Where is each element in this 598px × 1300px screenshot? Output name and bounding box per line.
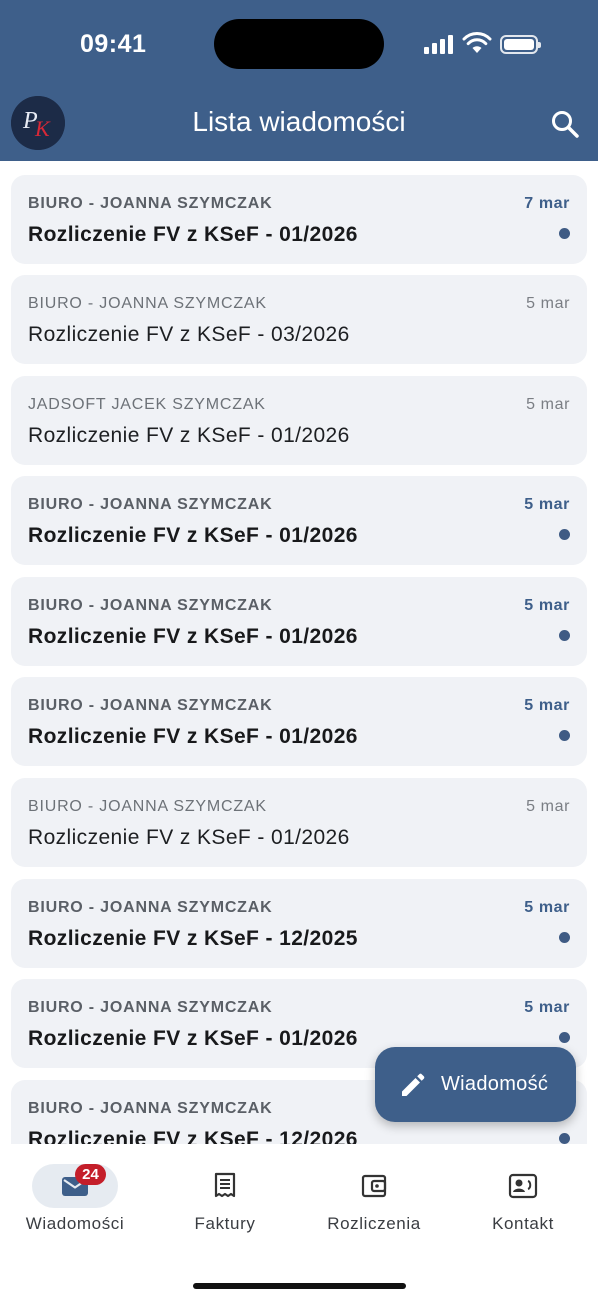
unread-count-badge: 24 xyxy=(75,1164,106,1185)
unread-dot-icon xyxy=(559,932,570,943)
message-sender: BIURO - JOANNA SZYMCZAK xyxy=(28,999,273,1016)
message-sender: BIURO - JOANNA SZYMCZAK xyxy=(28,295,267,312)
unread-dot-icon xyxy=(559,228,570,239)
message-card[interactable]: BIURO - JOANNA SZYMCZAK Rozliczenie FV z… xyxy=(11,778,587,867)
status-time: 09:41 xyxy=(80,30,147,58)
message-sender: BIURO - JOANNA SZYMCZAK xyxy=(28,697,273,714)
message-date: 5 mar xyxy=(526,396,570,413)
app-header: 09:41 P K Lista wiadomości xyxy=(0,0,598,161)
message-list[interactable]: BIURO - JOANNA SZYMCZAK Rozliczenie FV z… xyxy=(0,161,598,1144)
battery-icon xyxy=(500,35,541,54)
message-subject: Rozliczenie FV z KSeF - 12/2026 xyxy=(28,1128,358,1144)
message-date: 5 mar xyxy=(524,999,570,1016)
message-sender: JADSOFT JACEK SZYMCZAK xyxy=(28,396,266,413)
search-icon[interactable] xyxy=(548,107,582,141)
unread-dot-icon xyxy=(559,730,570,741)
nav-label: Wiadomości xyxy=(25,1214,125,1233)
message-date: 5 mar xyxy=(524,597,570,614)
unread-dot-icon xyxy=(559,529,570,540)
message-sender: BIURO - JOANNA SZYMCZAK xyxy=(28,597,273,614)
new-message-label: Wiadomość xyxy=(441,1073,549,1095)
new-message-button[interactable]: Wiadomość xyxy=(375,1047,576,1122)
dynamic-island xyxy=(214,19,384,69)
message-date: 7 mar xyxy=(524,195,570,212)
message-sender: BIURO - JOANNA SZYMCZAK xyxy=(28,1100,273,1117)
message-card[interactable]: BIURO - JOANNA SZYMCZAK Rozliczenie FV z… xyxy=(11,175,587,264)
message-card[interactable]: BIURO - JOANNA SZYMCZAK Rozliczenie FV z… xyxy=(11,677,587,766)
nav-label: Faktury xyxy=(194,1214,256,1233)
message-card[interactable]: BIURO - JOANNA SZYMCZAK Rozliczenie FV z… xyxy=(11,577,587,666)
nav-item-wiadomosci[interactable]: 24 Wiadomości xyxy=(0,1144,150,1254)
message-date: 5 mar xyxy=(526,798,570,815)
message-sender: BIURO - JOANNA SZYMCZAK xyxy=(28,798,267,815)
message-subject: Rozliczenie FV z KSeF - 01/2026 xyxy=(28,524,358,547)
message-date: 5 mar xyxy=(524,496,570,513)
unread-dot-icon xyxy=(559,1133,570,1144)
message-sender: BIURO - JOANNA SZYMCZAK xyxy=(28,496,273,513)
nav-item-rozliczenia[interactable]: Rozliczenia xyxy=(299,1144,449,1254)
message-subject: Rozliczenie FV z KSeF - 01/2026 xyxy=(28,725,358,748)
receipt-icon xyxy=(214,1172,236,1198)
message-date: 5 mar xyxy=(524,899,570,916)
message-sender: BIURO - JOANNA SZYMCZAK xyxy=(28,899,273,916)
message-card[interactable]: BIURO - JOANNA SZYMCZAK Rozliczenie FV z… xyxy=(11,476,587,565)
nav-item-kontakt[interactable]: Kontakt xyxy=(448,1144,598,1254)
message-subject: Rozliczenie FV z KSeF - 03/2026 xyxy=(28,323,350,346)
wallet-icon xyxy=(361,1174,387,1198)
nav-label: Kontakt xyxy=(492,1214,554,1233)
unread-dot-icon xyxy=(559,1032,570,1043)
contact-card-icon xyxy=(508,1173,538,1199)
message-card[interactable]: JADSOFT JACEK SZYMCZAK Rozliczenie FV z … xyxy=(11,376,587,465)
message-subject: Rozliczenie FV z KSeF - 01/2026 xyxy=(28,223,358,246)
message-subject: Rozliczenie FV z KSeF - 01/2026 xyxy=(28,625,358,648)
message-subject: Rozliczenie FV z KSeF - 12/2025 xyxy=(28,927,358,950)
status-bar: 09:41 xyxy=(0,0,598,88)
message-subject: Rozliczenie FV z KSeF - 01/2026 xyxy=(28,424,350,447)
bottom-navigation: 24 Wiadomości Faktury Rozliczenia Kontak… xyxy=(0,1144,598,1300)
message-subject: Rozliczenie FV z KSeF - 01/2026 xyxy=(28,826,350,849)
pencil-icon xyxy=(402,1073,425,1096)
message-card[interactable]: BIURO - JOANNA SZYMCZAK Rozliczenie FV z… xyxy=(11,879,587,968)
cellular-signal-icon xyxy=(424,34,454,54)
home-indicator[interactable] xyxy=(193,1283,406,1289)
wifi-icon xyxy=(462,32,492,53)
unread-dot-icon xyxy=(559,630,570,641)
message-date: 5 mar xyxy=(526,295,570,312)
message-date: 5 mar xyxy=(524,697,570,714)
message-sender: BIURO - JOANNA SZYMCZAK xyxy=(28,195,273,212)
nav-label: Rozliczenia xyxy=(327,1214,421,1233)
page-title: Lista wiadomości xyxy=(192,106,406,137)
message-subject: Rozliczenie FV z KSeF - 01/2026 xyxy=(28,1027,358,1050)
nav-item-faktury[interactable]: Faktury xyxy=(150,1144,300,1254)
message-card[interactable]: BIURO - JOANNA SZYMCZAK Rozliczenie FV z… xyxy=(11,275,587,364)
